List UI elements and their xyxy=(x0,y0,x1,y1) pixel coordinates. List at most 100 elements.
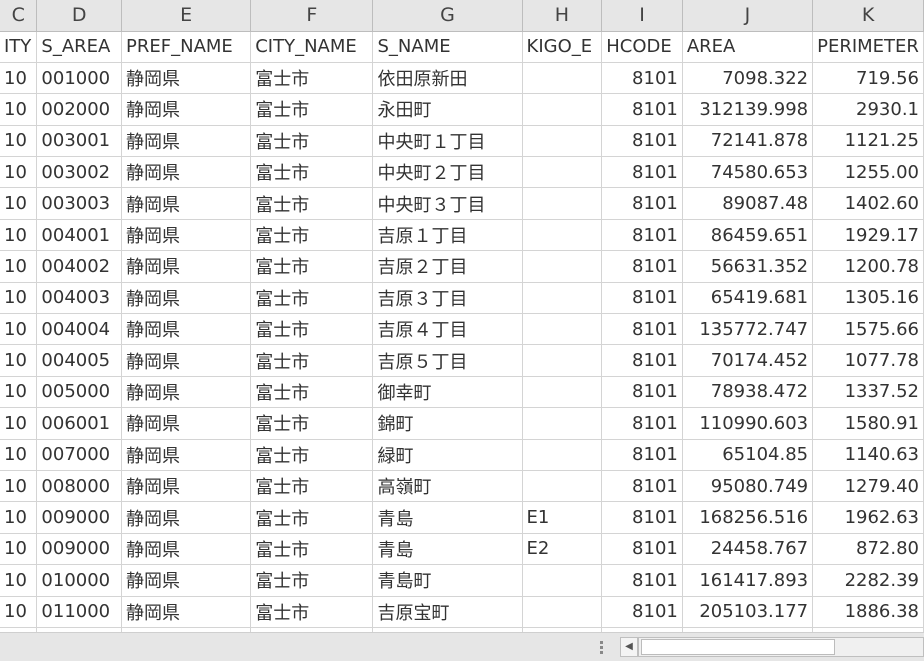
table-cell[interactable]: 312139.998 xyxy=(682,93,814,126)
table-cell[interactable]: 56631.352 xyxy=(682,250,814,283)
table-cell[interactable]: 168256.516 xyxy=(682,501,814,534)
table-cell[interactable]: 富士市 xyxy=(250,187,374,220)
table-cell[interactable]: 1929.17 xyxy=(812,219,924,252)
table-cell[interactable]: 10 xyxy=(0,470,38,503)
table-cell[interactable] xyxy=(522,219,603,252)
table-cell[interactable]: 静岡県 xyxy=(121,250,252,283)
table-cell[interactable]: 004002 xyxy=(36,250,123,283)
table-cell[interactable]: 富士市 xyxy=(250,564,374,597)
table-cell[interactable]: 8101 xyxy=(601,501,683,534)
scrollbar-thumb[interactable] xyxy=(641,639,835,655)
table-cell[interactable]: 10 xyxy=(0,407,38,440)
table-cell[interactable]: 003002 xyxy=(36,156,123,189)
column-header-i[interactable]: I xyxy=(601,0,683,32)
table-cell[interactable]: 1962.63 xyxy=(812,501,924,534)
table-cell[interactable]: 10 xyxy=(0,62,38,95)
table-cell[interactable]: 10 xyxy=(0,344,38,377)
table-cell[interactable] xyxy=(522,62,603,95)
table-cell[interactable]: 中央町２丁目 xyxy=(372,156,523,189)
table-cell[interactable]: 富士市 xyxy=(250,376,374,409)
table-cell[interactable]: 静岡県 xyxy=(121,596,252,628)
table-cell[interactable]: 8101 xyxy=(601,439,683,471)
table-cell[interactable] xyxy=(522,564,603,597)
table-cell[interactable]: 10 xyxy=(0,250,38,283)
table-cell[interactable]: 富士市 xyxy=(250,125,374,158)
table-cell[interactable]: 10 xyxy=(0,187,38,220)
table-cell[interactable]: 006001 xyxy=(36,407,123,440)
table-cell[interactable]: 8101 xyxy=(601,596,683,628)
table-cell[interactable]: 205103.177 xyxy=(682,596,814,628)
table-cell[interactable]: E2 xyxy=(522,533,603,566)
field-header-cell[interactable]: S_NAME xyxy=(372,31,523,63)
horizontal-scrollbar[interactable] xyxy=(638,637,924,657)
table-cell[interactable]: 001000 xyxy=(36,62,123,95)
table-cell[interactable]: 吉原１丁目 xyxy=(372,219,523,252)
table-cell[interactable]: 8101 xyxy=(601,282,683,315)
table-cell[interactable]: 静岡県 xyxy=(121,282,252,315)
table-cell[interactable]: 静岡県 xyxy=(121,533,252,566)
table-cell[interactable]: 1886.38 xyxy=(812,596,924,628)
table-cell[interactable]: 富士市 xyxy=(250,533,374,566)
table-cell[interactable]: 10 xyxy=(0,596,38,628)
column-header-e[interactable]: E xyxy=(121,0,252,32)
table-cell[interactable]: 吉原５丁目 xyxy=(372,344,523,377)
table-cell[interactable]: 8101 xyxy=(601,219,683,252)
table-cell[interactable]: E1 xyxy=(522,501,603,534)
table-cell[interactable]: 8101 xyxy=(601,125,683,158)
table-cell[interactable]: 24458.767 xyxy=(682,533,814,566)
table-cell[interactable] xyxy=(522,187,603,220)
table-cell[interactable]: 青島 xyxy=(372,501,523,534)
table-cell[interactable]: 1140.63 xyxy=(812,439,924,471)
table-cell[interactable]: 静岡県 xyxy=(121,313,252,346)
field-header-cell[interactable]: KIGO_E xyxy=(522,31,603,63)
table-cell[interactable]: 8101 xyxy=(601,62,683,95)
table-cell[interactable]: 静岡県 xyxy=(121,187,252,220)
table-cell[interactable]: 004001 xyxy=(36,219,123,252)
table-cell[interactable] xyxy=(522,250,603,283)
table-cell[interactable]: 青島 xyxy=(372,533,523,566)
table-cell[interactable]: 富士市 xyxy=(250,470,374,503)
table-cell[interactable]: 富士市 xyxy=(250,219,374,252)
table-cell[interactable]: 富士市 xyxy=(250,501,374,534)
table-cell[interactable]: 10 xyxy=(0,156,38,189)
table-cell[interactable]: 10 xyxy=(0,313,38,346)
table-cell[interactable]: 10 xyxy=(0,564,38,597)
table-cell[interactable]: 静岡県 xyxy=(121,344,252,377)
table-cell[interactable]: 009000 xyxy=(36,533,123,566)
table-cell[interactable]: 95080.749 xyxy=(682,470,814,503)
table-cell[interactable]: 8101 xyxy=(601,313,683,346)
table-cell[interactable]: 1337.52 xyxy=(812,376,924,409)
table-cell[interactable]: 富士市 xyxy=(250,62,374,95)
column-header-f[interactable]: F xyxy=(250,0,374,32)
table-cell[interactable]: 静岡県 xyxy=(121,501,252,534)
table-cell[interactable] xyxy=(522,282,603,315)
table-cell[interactable]: 静岡県 xyxy=(121,470,252,503)
table-cell[interactable]: 008000 xyxy=(36,470,123,503)
field-header-cell[interactable]: ITY xyxy=(0,31,38,63)
table-cell[interactable] xyxy=(522,156,603,189)
table-cell[interactable]: 011000 xyxy=(36,596,123,628)
table-cell[interactable]: 1402.60 xyxy=(812,187,924,220)
column-header-c[interactable]: C xyxy=(0,0,38,32)
table-cell[interactable]: 静岡県 xyxy=(121,219,252,252)
table-cell[interactable]: 依田原新田 xyxy=(372,62,523,95)
table-cell[interactable]: 富士市 xyxy=(250,250,374,283)
table-cell[interactable]: 74580.653 xyxy=(682,156,814,189)
table-cell[interactable]: 静岡県 xyxy=(121,376,252,409)
table-cell[interactable]: 御幸町 xyxy=(372,376,523,409)
field-header-cell[interactable]: PERIMETER xyxy=(812,31,924,63)
table-cell[interactable]: 003001 xyxy=(36,125,123,158)
column-header-h[interactable]: H xyxy=(522,0,603,32)
table-cell[interactable]: 002000 xyxy=(36,93,123,126)
field-header-cell[interactable]: HCODE xyxy=(601,31,683,63)
table-cell[interactable]: 静岡県 xyxy=(121,156,252,189)
table-cell[interactable]: 富士市 xyxy=(250,313,374,346)
table-cell[interactable]: 10 xyxy=(0,219,38,252)
table-cell[interactable]: 8101 xyxy=(601,470,683,503)
table-cell[interactable] xyxy=(522,93,603,126)
column-header-g[interactable]: G xyxy=(372,0,523,32)
column-header-k[interactable]: K xyxy=(812,0,924,32)
table-cell[interactable]: 静岡県 xyxy=(121,439,252,471)
table-cell[interactable]: 009000 xyxy=(36,501,123,534)
field-header-cell[interactable]: PREF_NAME xyxy=(121,31,252,63)
